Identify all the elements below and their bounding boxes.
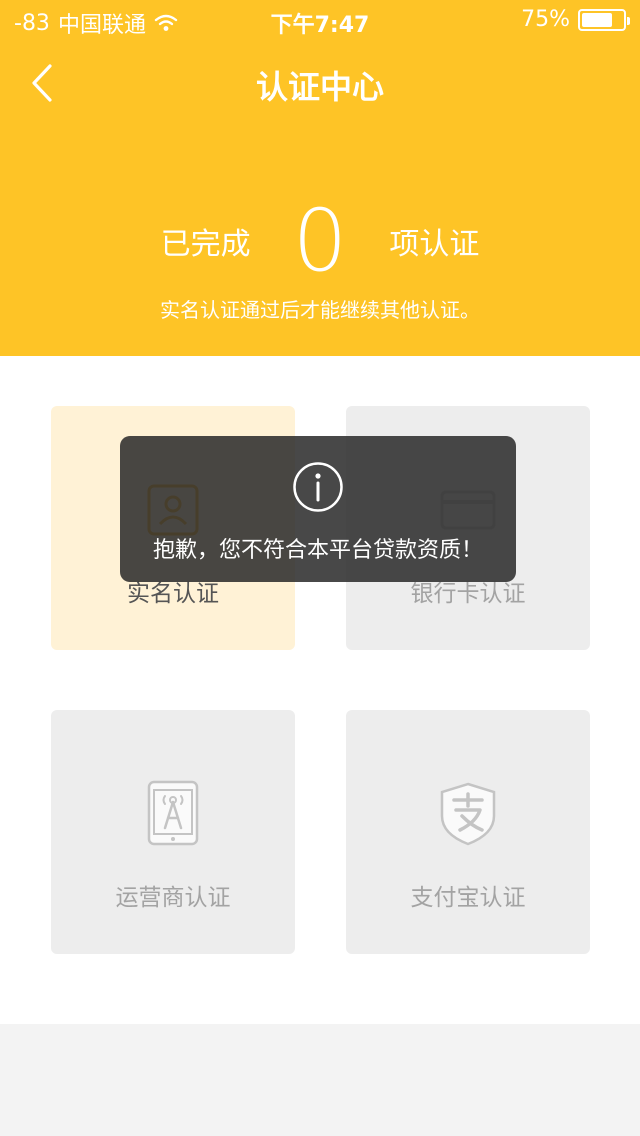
battery-icon bbox=[578, 8, 630, 31]
alipay-icon bbox=[440, 782, 496, 846]
summary-hint: 实名认证通过后才能继续其他认证。 bbox=[160, 298, 480, 322]
card-alipay-label: 支付宝认证 bbox=[410, 885, 526, 911]
error-toast: 抱歉，您不符合本平台贷款资质！ bbox=[120, 436, 516, 582]
status-bar: -83 中国联通 下午7:47 75% bbox=[0, 0, 640, 40]
header: -83 中国联通 下午7:47 75% 认证中心 已完成 0 项认证 实名认证通… bbox=[0, 0, 640, 356]
card-carrier[interactable]: 运营商认证 bbox=[51, 710, 295, 954]
completion-summary: 已完成 0 项认证 bbox=[0, 196, 640, 286]
status-right: 75% bbox=[521, 7, 630, 32]
toast-message: 抱歉，您不符合本平台贷款资质！ bbox=[152, 538, 483, 563]
completed-count: 0 bbox=[292, 191, 348, 291]
battery-level bbox=[582, 12, 612, 27]
card-alipay[interactable]: 支付宝认证 bbox=[346, 710, 590, 954]
carrier-phone-icon bbox=[147, 780, 199, 846]
info-icon bbox=[293, 462, 343, 512]
battery-percent: 75% bbox=[521, 7, 570, 32]
card-carrier-label: 运营商认证 bbox=[115, 885, 231, 911]
summary-suffix: 项认证 bbox=[389, 227, 480, 262]
auth-center-screen: -83 中国联通 下午7:47 75% 认证中心 已完成 0 项认证 实名认证通… bbox=[0, 0, 640, 1136]
page-title: 认证中心 bbox=[255, 68, 384, 106]
summary-prefix: 已完成 bbox=[160, 227, 251, 262]
